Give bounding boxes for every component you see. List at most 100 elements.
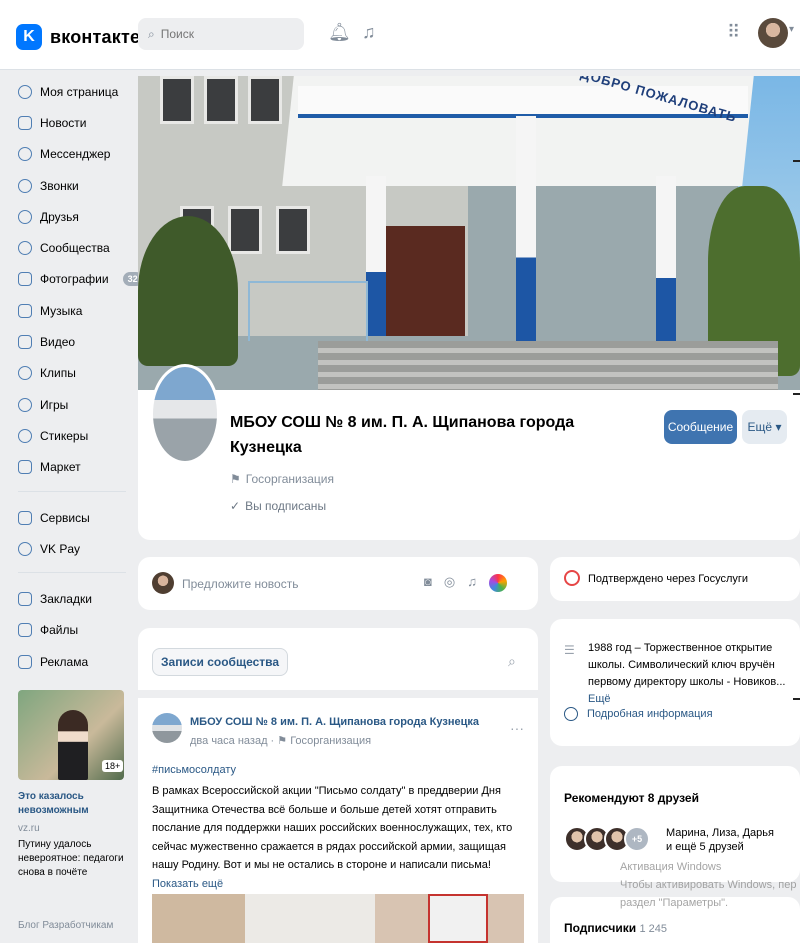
sidebar-item-label: Моя страница — [40, 84, 119, 99]
about-more-link[interactable]: Ещё — [588, 693, 611, 705]
search-icon[interactable]: ⌕ — [508, 653, 516, 670]
post-author-type: Госорганизация — [290, 735, 372, 747]
more-friends-count[interactable]: +5 — [624, 826, 650, 852]
sidebar-item-label: Друзья — [40, 209, 79, 224]
sidebar-item-video[interactable]: Видео — [18, 326, 130, 357]
photo-icon — [18, 272, 32, 287]
sidebar-item-label: Стикеры — [40, 428, 89, 443]
windows-activation-watermark: Активация Windows Чтобы активировать Win… — [620, 858, 796, 912]
sidebar-item-stickers[interactable]: Стикеры — [18, 420, 130, 451]
info-icon — [564, 707, 578, 721]
sticker-icon — [18, 428, 32, 443]
show-more-link[interactable]: Показать ещё — [152, 878, 223, 890]
chevron-down-icon[interactable]: ▾ — [789, 24, 794, 35]
ad-title[interactable]: Это казалось невозможным — [18, 790, 128, 818]
sidebar-item-my-page[interactable]: Моя страница — [18, 76, 130, 107]
search-box[interactable]: ⌕ — [138, 18, 304, 50]
shopping-bag-icon — [18, 460, 32, 475]
music-icon[interactable]: ♫ — [362, 22, 376, 43]
sidebar-item-photos[interactable]: Фотографии 32 — [18, 264, 143, 295]
file-icon — [18, 623, 32, 638]
suggest-news-input[interactable]: Предложите новость — [182, 577, 298, 591]
sidebar-item-label: Закладки — [40, 592, 92, 607]
subscribers-title: Подписчики 1 245 — [564, 921, 667, 935]
post-photo-poster — [428, 894, 488, 943]
community-about: ☰ 1988 год – Торжественное открытие школ… — [550, 619, 800, 746]
sidebar-item-messenger[interactable]: Мессенджер — [18, 139, 130, 170]
sidebar-item-friends[interactable]: Друзья — [18, 201, 130, 232]
sidebar-item-calls[interactable]: Звонки — [18, 170, 130, 201]
gosuslugi-icon — [564, 570, 580, 586]
user-avatar[interactable] — [758, 18, 788, 48]
sidebar-item-label: Сервисы — [40, 510, 90, 525]
music-icon — [18, 303, 32, 318]
ad-domain: vz.ru — [18, 823, 40, 834]
sidebar-item-files[interactable]: Файлы — [18, 615, 130, 646]
color-wheel-icon[interactable] — [488, 574, 507, 592]
post-author[interactable]: МБОУ СОШ № 8 им. П. А. Щипанова города К… — [190, 716, 479, 728]
post-time[interactable]: два часа назад — [190, 735, 267, 747]
subscribers-label: Подписчики — [564, 921, 637, 935]
post-author-avatar[interactable] — [152, 713, 182, 743]
more-button[interactable]: Ещё ▾ — [742, 410, 787, 444]
communities-icon — [18, 241, 32, 256]
chat-icon — [18, 147, 32, 162]
camera-icon[interactable]: ◙ — [424, 574, 432, 592]
sidebar-item-news[interactable]: Новости — [18, 107, 130, 138]
subscription-status[interactable]: ✓ Вы подписаны — [230, 499, 326, 513]
community-cover-photo: ДОБРО ПОЖАЛОВАТЬ — [138, 76, 800, 390]
clips-icon — [18, 366, 32, 381]
sidebar-item-label: Файлы — [40, 623, 79, 638]
community-avatar[interactable] — [150, 364, 220, 464]
community-type: ⚑ Госорганизация — [230, 472, 334, 486]
flag-icon: ⚑ — [277, 735, 288, 747]
ad-image[interactable]: 18+ — [18, 690, 124, 780]
recommend-title: Рекомендуют 8 друзей — [564, 791, 699, 805]
news-icon — [18, 115, 32, 130]
cover-pillar — [366, 176, 386, 336]
sidebar-item-music[interactable]: Музыка — [18, 295, 130, 326]
sidebar-item-clips[interactable]: Клипы — [18, 358, 130, 389]
video-icon[interactable]: ◎ — [444, 574, 455, 592]
services-icon — [18, 510, 32, 525]
text-lines-icon: ☰ — [564, 643, 575, 657]
gosuslugi-verification[interactable]: Подтверждено через Госуслуги — [550, 557, 800, 601]
user-icon — [18, 84, 32, 99]
top-navigation-bar: K вконтакте ⌕ 🔔︎ ♫ ⠿ ▾ — [0, 0, 800, 70]
cover-window — [276, 206, 310, 254]
apps-grid-icon[interactable]: ⠿ — [727, 22, 740, 43]
sidebar-item-services[interactable]: Сервисы — [18, 502, 130, 533]
music-icon[interactable]: ♫ — [467, 574, 477, 592]
sidebar-item-bookmarks[interactable]: Закладки — [18, 583, 130, 614]
cover-railing — [248, 281, 368, 341]
more-options-icon[interactable]: ··· — [510, 720, 524, 736]
sidebar-item-ads[interactable]: Реклама — [18, 646, 130, 677]
sidebar-item-market[interactable]: Маркет — [18, 452, 130, 483]
cover-window — [248, 76, 282, 124]
community-posts: Записи сообщества ⌕ МБОУ СОШ № 8 им. П. … — [138, 628, 538, 943]
community-title: МБОУ СОШ № 8 им. П. А. Щипанова города К… — [230, 414, 575, 456]
suggest-news-box[interactable]: Предложите новость ◙ ◎ ♫ — [138, 557, 538, 610]
vk-logo[interactable]: K вконтакте — [16, 24, 140, 50]
detailed-info-link[interactable]: Подробная информация — [564, 707, 713, 721]
recommend-names-list: Марина, Лиза, Дарья — [666, 827, 774, 839]
watermark-line: раздел "Параметры". — [620, 897, 729, 909]
sidebar-item-games[interactable]: Игры — [18, 389, 130, 420]
bell-icon[interactable]: 🔔︎ — [328, 22, 351, 43]
post-body: В рамках Всероссийской акции "Письмо сол… — [152, 785, 513, 871]
recommend-names[interactable]: Марина, Лиза, Дарья и ещё 5 друзей — [666, 826, 774, 854]
chevron-down-icon: ▾ — [775, 420, 782, 434]
vk-logo-text: вконтакте — [50, 26, 141, 47]
sidebar-item-vkpay[interactable]: VK Pay — [18, 533, 130, 564]
message-button[interactable]: Сообщение — [664, 410, 737, 444]
watermark-line: Активация Windows — [620, 861, 722, 873]
search-input[interactable] — [160, 27, 281, 41]
tab-community-posts[interactable]: Записи сообщества — [152, 648, 289, 676]
friend-avatars[interactable]: +5 — [564, 826, 650, 852]
sidebar-item-label: VK Pay — [40, 541, 81, 556]
cover-window — [228, 206, 262, 254]
post-hashtag[interactable]: #письмосолдату — [152, 764, 236, 776]
sidebar-item-label: Видео — [40, 335, 76, 350]
sidebar-item-communities[interactable]: Сообщества — [18, 232, 130, 263]
footer-links[interactable]: Блог Разработчикам — [18, 920, 113, 931]
